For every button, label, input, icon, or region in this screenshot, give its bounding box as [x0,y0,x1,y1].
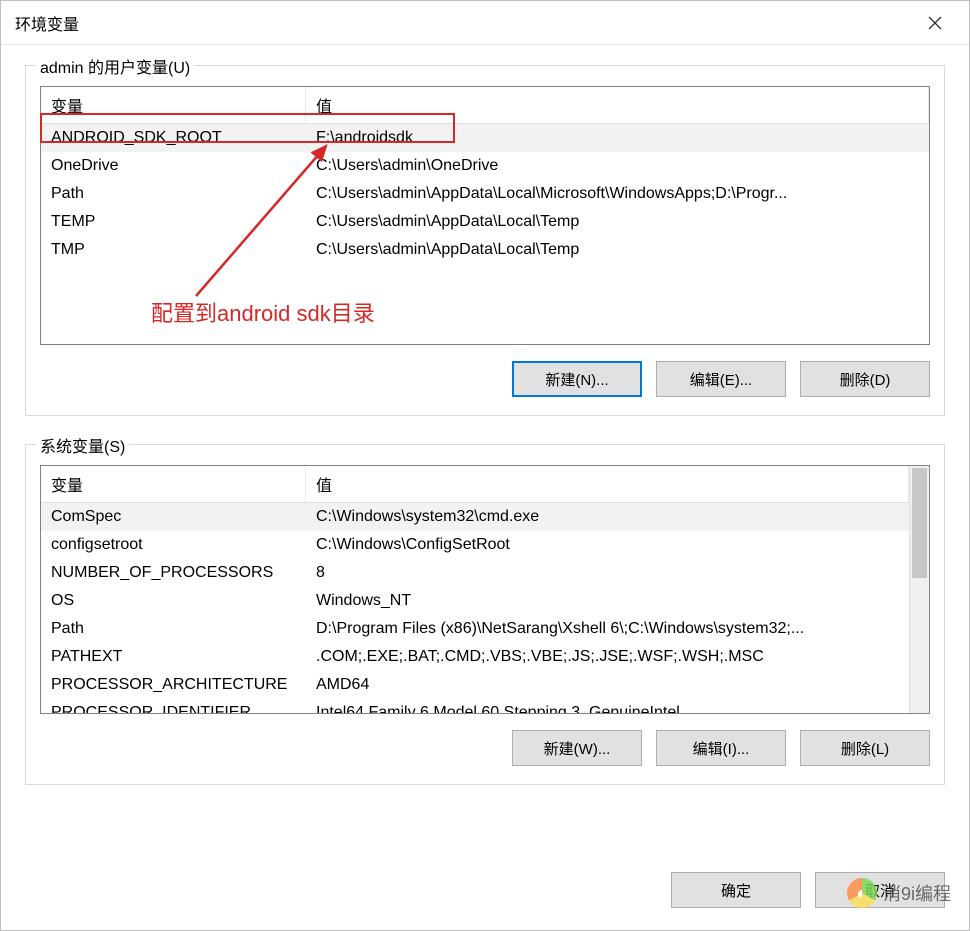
var-value: 8 [306,562,909,584]
system-vars-body: ComSpec C:\Windows\system32\cmd.exe conf… [41,503,909,713]
var-name: NUMBER_OF_PROCESSORS [41,562,306,584]
user-vars-buttons: 新建(N)... 编辑(E)... 删除(D) [40,361,930,397]
list-item[interactable]: TEMP C:\Users\admin\AppData\Local\Temp [41,208,929,236]
env-vars-dialog: 环境变量 admin 的用户变量(U) 变量 值 ANDROID_SDK_ROO… [0,0,970,931]
watermark-text: 消9i编程 [883,880,951,906]
new-system-var-button[interactable]: 新建(W)... [512,730,642,766]
col-header-name[interactable]: 变量 [41,87,306,123]
user-vars-body: ANDROID_SDK_ROOT F:\androidsdk OneDrive … [41,124,929,344]
user-vars-list[interactable]: 变量 值 ANDROID_SDK_ROOT F:\androidsdk OneD… [40,86,930,345]
edit-user-var-button[interactable]: 编辑(E)... [656,361,786,397]
var-name: ComSpec [41,506,306,528]
system-vars-legend: 系统变量(S) [36,433,129,457]
var-name: TMP [41,239,306,261]
list-item[interactable]: PROCESSOR_IDENTIFIER Intel64 Family 6 Mo… [41,699,909,713]
var-value: C:\Windows\system32\cmd.exe [306,506,909,528]
list-item[interactable]: configsetroot C:\Windows\ConfigSetRoot [41,531,909,559]
var-name: configsetroot [41,534,306,556]
list-item[interactable]: ComSpec C:\Windows\system32\cmd.exe [41,503,909,531]
list-header: 变量 值 [41,87,929,124]
dialog-content: admin 的用户变量(U) 变量 值 ANDROID_SDK_ROOT F:\… [1,45,969,858]
user-vars-group: admin 的用户变量(U) 变量 值 ANDROID_SDK_ROOT F:\… [25,65,945,416]
system-vars-list[interactable]: 变量 值 ComSpec C:\Windows\system32\cmd.exe… [40,465,930,714]
edit-system-var-button[interactable]: 编辑(I)... [656,730,786,766]
var-value: C:\Users\admin\AppData\Local\Temp [306,211,929,233]
var-value: C:\Users\admin\OneDrive [306,155,929,177]
var-name: Path [41,618,306,640]
var-value: C:\Windows\ConfigSetRoot [306,534,909,556]
new-user-var-button[interactable]: 新建(N)... [512,361,642,397]
list-item[interactable]: ANDROID_SDK_ROOT F:\androidsdk [41,124,929,152]
list-item[interactable]: PATHEXT .COM;.EXE;.BAT;.CMD;.VBS;.VBE;.J… [41,643,909,671]
var-name: PROCESSOR_IDENTIFIER [41,702,306,713]
ok-button[interactable]: 确定 [671,872,801,908]
var-value: Intel64 Family 6 Model 60 Stepping 3, Ge… [306,702,909,713]
system-vars-buttons: 新建(W)... 编辑(I)... 删除(L) [40,730,930,766]
list-item[interactable]: OS Windows_NT [41,587,909,615]
delete-system-var-button[interactable]: 删除(L) [800,730,930,766]
list-item[interactable]: TMP C:\Users\admin\AppData\Local\Temp [41,236,929,264]
dialog-footer: 确定 取消 [1,858,969,930]
user-vars-legend: admin 的用户变量(U) [36,54,194,78]
list-item[interactable]: Path C:\Users\admin\AppData\Local\Micros… [41,180,929,208]
var-name: PATHEXT [41,646,306,668]
watermark: ◐ 消9i编程 [847,878,951,908]
var-name: TEMP [41,211,306,233]
var-value: C:\Users\admin\AppData\Local\Microsoft\W… [306,183,929,205]
var-value: AMD64 [306,674,909,696]
list-item[interactable]: NUMBER_OF_PROCESSORS 8 [41,559,909,587]
close-button[interactable] [915,3,955,43]
var-value: C:\Users\admin\AppData\Local\Temp [306,239,929,261]
titlebar: 环境变量 [1,1,969,45]
var-value: Windows_NT [306,590,909,612]
wechat-icon: ◐ [847,878,877,908]
var-name: OneDrive [41,155,306,177]
scrollbar-thumb[interactable] [912,468,927,578]
system-vars-scrollbar[interactable] [909,466,929,713]
var-name: ANDROID_SDK_ROOT [41,127,306,149]
col-header-value[interactable]: 值 [306,87,929,123]
list-header: 变量 值 [41,466,909,503]
var-value: D:\Program Files (x86)\NetSarang\Xshell … [306,618,909,640]
system-vars-group: 系统变量(S) 变量 值 ComSpec C:\Windows\system32… [25,444,945,785]
window-title: 环境变量 [15,11,915,35]
delete-user-var-button[interactable]: 删除(D) [800,361,930,397]
col-header-value[interactable]: 值 [306,466,909,502]
list-item[interactable]: OneDrive C:\Users\admin\OneDrive [41,152,929,180]
close-icon [928,16,942,30]
var-name: OS [41,590,306,612]
list-item[interactable]: PROCESSOR_ARCHITECTURE AMD64 [41,671,909,699]
var-name: PROCESSOR_ARCHITECTURE [41,674,306,696]
var-value: F:\androidsdk [306,127,929,149]
var-name: Path [41,183,306,205]
col-header-name[interactable]: 变量 [41,466,306,502]
var-value: .COM;.EXE;.BAT;.CMD;.VBS;.VBE;.JS;.JSE;.… [306,646,909,668]
list-item[interactable]: Path D:\Program Files (x86)\NetSarang\Xs… [41,615,909,643]
